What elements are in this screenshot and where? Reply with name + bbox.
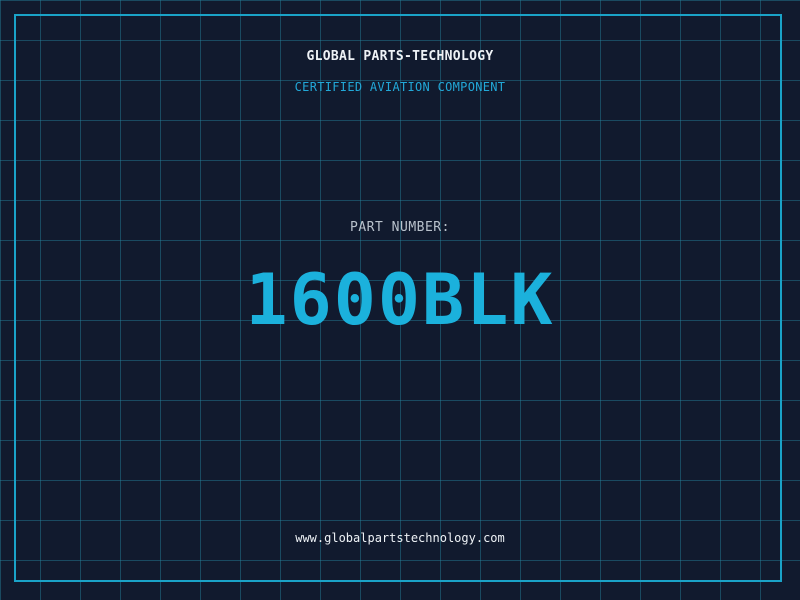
- part-number-value: 1600BLK: [245, 259, 555, 341]
- company-name: GLOBAL PARTS-TECHNOLOGY: [306, 49, 494, 64]
- certification-subtitle: CERTIFIED AVIATION COMPONENT: [294, 80, 506, 94]
- part-number-label: PART NUMBER:: [350, 220, 450, 235]
- part-card: GLOBAL PARTS-TECHNOLOGY CERTIFIED AVIATI…: [0, 0, 800, 600]
- website-url: www.globalpartstechnology.com: [295, 531, 505, 545]
